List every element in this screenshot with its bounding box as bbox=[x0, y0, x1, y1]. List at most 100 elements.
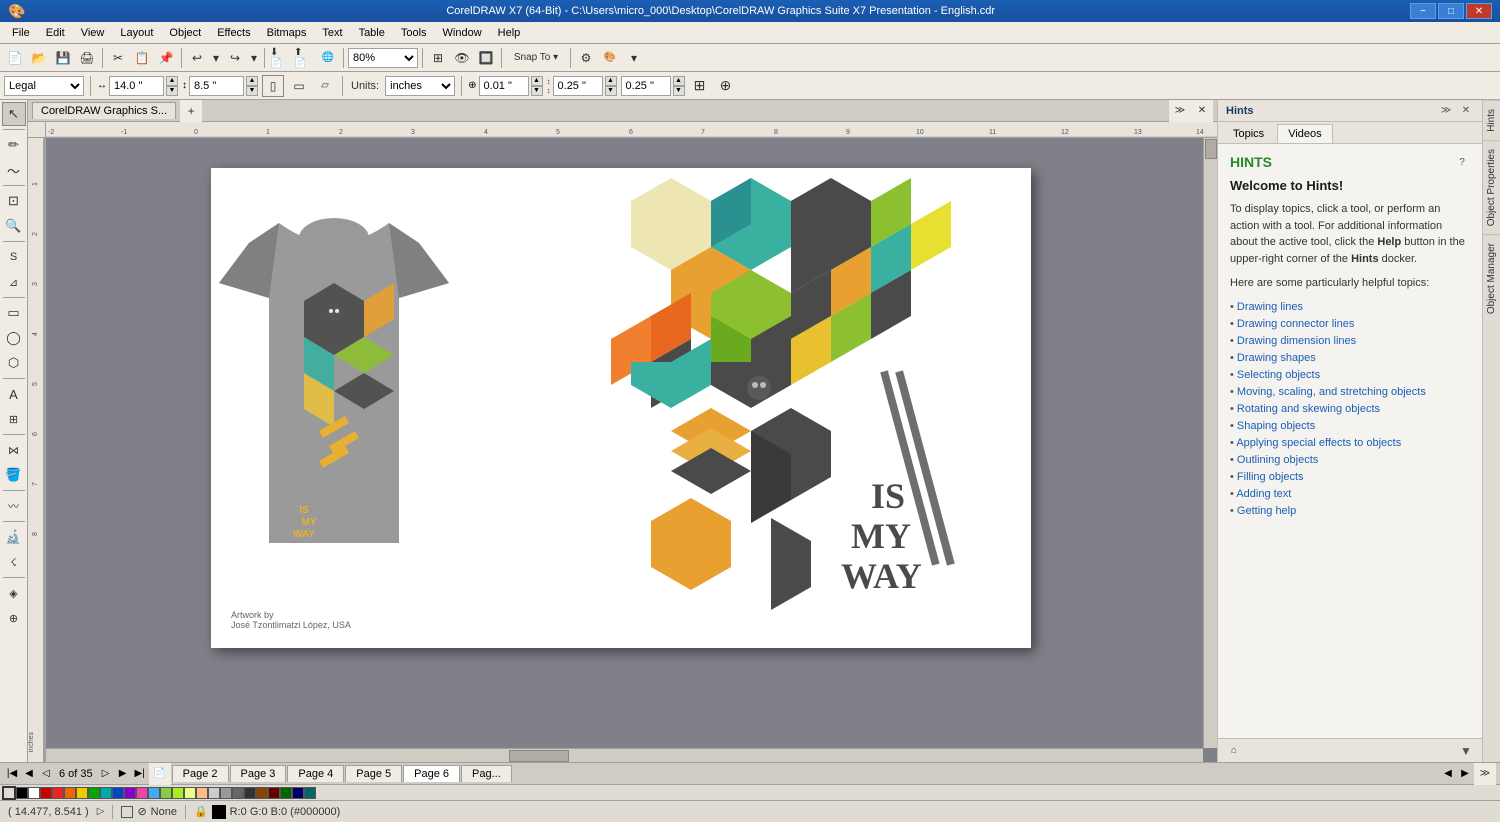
color-mgmt-button[interactable]: 🎨 bbox=[599, 47, 621, 69]
save-button[interactable]: 💾 bbox=[52, 47, 74, 69]
swatch-darkteal[interactable] bbox=[304, 787, 316, 799]
paintbucket-tool[interactable]: ☇ bbox=[2, 550, 26, 574]
swatch-yellow[interactable] bbox=[76, 787, 88, 799]
hints-link-shaping[interactable]: Shaping objects bbox=[1230, 419, 1470, 433]
swatch-peach[interactable] bbox=[196, 787, 208, 799]
swatch-lightgreen[interactable] bbox=[160, 787, 172, 799]
horizontal-scrollbar[interactable] bbox=[46, 748, 1203, 762]
nudge2-down-btn[interactable]: ▼ bbox=[605, 86, 617, 96]
new-button[interactable]: 📄 bbox=[4, 47, 26, 69]
object-manager-tab[interactable]: Object Manager bbox=[1483, 234, 1500, 322]
select-all-btn[interactable]: ⊞ bbox=[689, 75, 711, 97]
tab-topics[interactable]: Topics bbox=[1222, 124, 1275, 143]
swatch-navy[interactable] bbox=[292, 787, 304, 799]
swatch-lightblue[interactable] bbox=[148, 787, 160, 799]
menu-object[interactable]: Object bbox=[161, 25, 209, 41]
hints-link-moving-scaling[interactable]: Moving, scaling, and stretching objects bbox=[1230, 385, 1470, 399]
landscape-btn[interactable]: ▭ bbox=[288, 75, 310, 97]
smear-tool[interactable]: 〰 bbox=[2, 494, 26, 518]
page-tab-6[interactable]: Page 6 bbox=[403, 765, 460, 782]
cut-button[interactable]: ✂ bbox=[107, 47, 129, 69]
prev-page-btn[interactable]: ◀ bbox=[21, 766, 37, 782]
swatch-gray3[interactable] bbox=[232, 787, 244, 799]
expand-btn[interactable]: ≫ bbox=[1169, 100, 1191, 122]
page-tab-2[interactable]: Page 2 bbox=[172, 765, 229, 782]
snap-btn[interactable]: Snap To ▾ bbox=[506, 47, 566, 69]
smart-fill-tool[interactable]: ⊕ bbox=[2, 606, 26, 630]
page-tab-more[interactable]: Pag... bbox=[461, 765, 512, 782]
redo-dropdown[interactable]: ▾ bbox=[248, 47, 260, 69]
polygon-tool[interactable]: ⬡ bbox=[2, 351, 26, 375]
page-height-input[interactable] bbox=[189, 76, 244, 96]
swatch-darkgreen[interactable] bbox=[280, 787, 292, 799]
hints-link-selecting-objects[interactable]: Selecting objects bbox=[1230, 368, 1470, 382]
hints-link-rotating-skewing[interactable]: Rotating and skewing objects bbox=[1230, 402, 1470, 416]
curve-tool[interactable]: S bbox=[2, 245, 26, 269]
swatch-brown[interactable] bbox=[256, 787, 268, 799]
first-page-btn[interactable]: |◀ bbox=[4, 766, 20, 782]
hscroll-thumb[interactable] bbox=[509, 750, 569, 762]
redo-button[interactable]: ↪ bbox=[224, 47, 246, 69]
object-properties-tab[interactable]: Object Properties bbox=[1483, 140, 1500, 234]
page-tab-3[interactable]: Page 3 bbox=[230, 765, 287, 782]
swatch-gray4[interactable] bbox=[244, 787, 256, 799]
undo-dropdown[interactable]: ▾ bbox=[210, 47, 222, 69]
zoom-tool[interactable]: 🔍 bbox=[2, 214, 26, 238]
nudge3-down-btn[interactable]: ▼ bbox=[673, 86, 685, 96]
hints-scroll-down-btn[interactable]: ▼ bbox=[1458, 743, 1474, 759]
no-color-swatch[interactable] bbox=[2, 786, 16, 800]
hints-help-icon[interactable]: ? bbox=[1454, 154, 1470, 170]
vertical-scrollbar[interactable] bbox=[1203, 138, 1217, 748]
swatch-blue[interactable] bbox=[112, 787, 124, 799]
rectangle-tool[interactable]: ▭ bbox=[2, 301, 26, 325]
eyedropper-tool[interactable]: 🔬 bbox=[2, 525, 26, 549]
new-tab-button[interactable]: + bbox=[180, 100, 202, 122]
hints-home-btn[interactable]: ⌂ bbox=[1226, 743, 1242, 759]
open-button[interactable]: 📂 bbox=[28, 47, 50, 69]
expand-tabs-btn[interactable]: ≫ bbox=[1474, 763, 1496, 785]
page-tab-5[interactable]: Page 5 bbox=[345, 765, 402, 782]
swatch-maroon[interactable] bbox=[268, 787, 280, 799]
next-btn2[interactable]: ▷ bbox=[98, 766, 114, 782]
next-page-btn[interactable]: ▶ bbox=[115, 766, 131, 782]
print-button[interactable]: 🖨 bbox=[76, 47, 98, 69]
menu-file[interactable]: File bbox=[4, 25, 38, 41]
nudge3-input[interactable] bbox=[621, 76, 671, 96]
style-button[interactable]: ▾ bbox=[623, 47, 645, 69]
import-button[interactable]: ⬇📄 bbox=[269, 47, 291, 69]
page-tab-4[interactable]: Page 4 bbox=[287, 765, 344, 782]
hints-link-getting-help[interactable]: Getting help bbox=[1230, 504, 1470, 518]
nudge3-up-btn[interactable]: ▲ bbox=[673, 76, 685, 86]
text-tool[interactable]: A bbox=[2, 382, 26, 406]
menu-window[interactable]: Window bbox=[435, 25, 490, 41]
hints-expand-btn[interactable]: ≫ bbox=[1438, 103, 1454, 119]
paste-button[interactable]: 📌 bbox=[155, 47, 177, 69]
hints-link-special-effects[interactable]: Applying special effects to objects bbox=[1230, 436, 1470, 450]
freehand-tool[interactable]: ✏ bbox=[2, 133, 26, 157]
canvas-scroll-area[interactable]: IS MY WAY bbox=[46, 138, 1217, 762]
page-size-combo[interactable]: Legal Letter A4 bbox=[4, 76, 84, 96]
shape-edit-tool[interactable]: ⊿ bbox=[2, 270, 26, 294]
swatch-gray2[interactable] bbox=[220, 787, 232, 799]
export-button[interactable]: ⬆📄 bbox=[293, 47, 315, 69]
tab-videos[interactable]: Videos bbox=[1277, 124, 1332, 143]
menu-table[interactable]: Table bbox=[351, 25, 393, 41]
copy-button[interactable]: 📋 bbox=[131, 47, 153, 69]
menu-tools[interactable]: Tools bbox=[393, 25, 435, 41]
swatch-teal[interactable] bbox=[100, 787, 112, 799]
menu-layout[interactable]: Layout bbox=[112, 25, 161, 41]
units-combo[interactable]: inches mm cm pixels bbox=[385, 76, 455, 96]
bleed-btn[interactable]: ▱ bbox=[314, 75, 336, 97]
smart-draw-tool[interactable]: 〜 bbox=[2, 158, 26, 182]
hints-link-drawing-lines[interactable]: Drawing lines bbox=[1230, 300, 1470, 314]
height-up-btn[interactable]: ▲ bbox=[246, 76, 258, 86]
interactive-fill-tool[interactable]: ◈ bbox=[2, 581, 26, 605]
add-page-btn[interactable]: ⊕ bbox=[715, 75, 737, 97]
swatch-lightyellow[interactable] bbox=[184, 787, 196, 799]
menu-effects[interactable]: Effects bbox=[209, 25, 258, 41]
maximize-button[interactable]: □ bbox=[1438, 3, 1464, 19]
minimize-button[interactable]: − bbox=[1410, 3, 1436, 19]
hints-side-tab[interactable]: Hints bbox=[1483, 100, 1500, 140]
hints-link-adding-text[interactable]: Adding text bbox=[1230, 487, 1470, 501]
menu-help[interactable]: Help bbox=[490, 25, 529, 41]
